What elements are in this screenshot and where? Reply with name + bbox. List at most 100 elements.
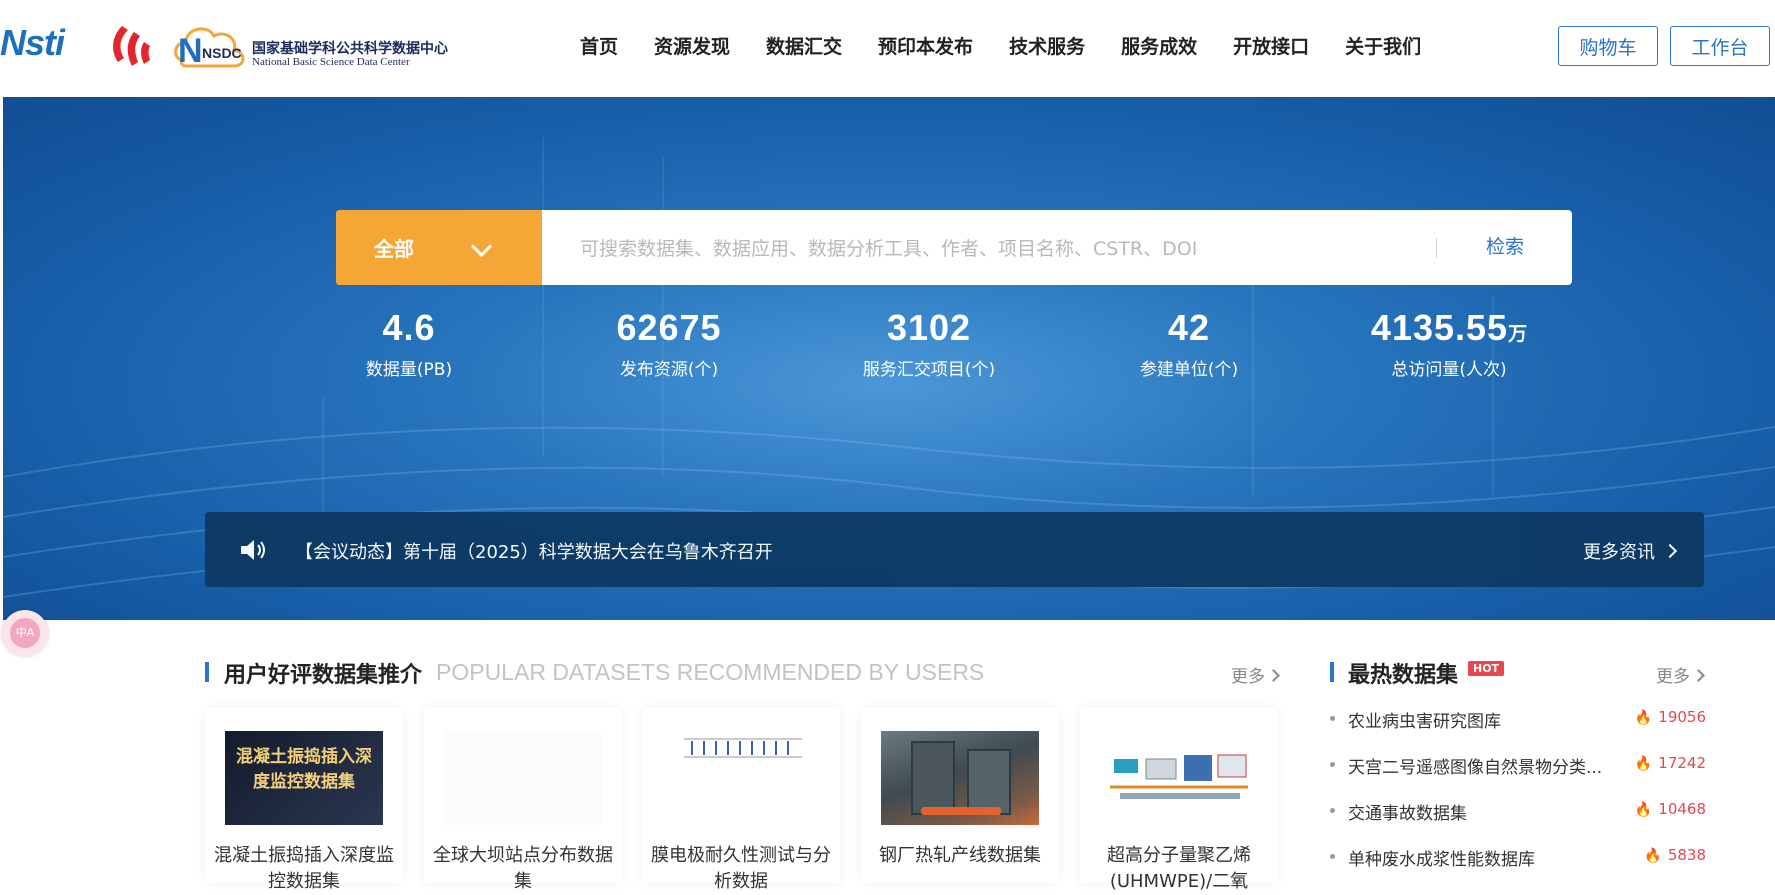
search-category-label: 全部	[374, 237, 414, 261]
dataset-title: 混凝土振捣插入深度监控数据集	[214, 845, 394, 892]
process-diagram-icon	[1110, 754, 1248, 799]
hot-count-value: 17242	[1658, 754, 1706, 772]
chevron-down-icon	[470, 235, 493, 258]
nav-tech-service[interactable]: 技术服务	[1009, 32, 1085, 59]
nsti-logo[interactable]: Nsti	[0, 22, 65, 64]
bullet-dot	[1330, 854, 1335, 859]
casted-logo-icon[interactable]	[104, 22, 154, 70]
nav-home[interactable]: 首页	[580, 32, 618, 59]
dataset-card[interactable]: 混凝土振捣插入深度监控数据集 混凝土振捣插入深度监控数据集	[205, 708, 403, 892]
hot-item-count: 🔥 17242	[1635, 754, 1706, 772]
dataset-card[interactable]: 膜电极耐久性测试与分析数据	[642, 708, 840, 892]
hot-item-name: 交通事故数据集	[1348, 804, 1467, 824]
dataset-thumbnail	[1100, 731, 1258, 825]
stat-unit: 万	[1508, 323, 1528, 345]
dataset-card[interactable]: 超高分子量聚乙烯(UHMWPE)/二氧	[1080, 708, 1278, 892]
machine-shape	[911, 741, 955, 815]
workbench-button[interactable]: 工作台	[1670, 26, 1770, 66]
search-input[interactable]	[578, 228, 1432, 270]
bullet-dot	[1330, 808, 1335, 813]
hot-list-item[interactable]: 农业病虫害研究图库 🔥 19056	[1330, 704, 1770, 734]
stat-projects: 3102 服务汇交项目(个)	[809, 307, 1049, 380]
stat-value: 62675	[616, 307, 722, 348]
search-bar: 全部 检索	[336, 210, 1572, 285]
hot-more-link[interactable]: 更多	[1656, 662, 1705, 687]
nsdc-logo-text: NSDC	[202, 45, 242, 61]
hero-banner: 全部 检索 4.6 数据量(PB) 62675 发布资源(个) 3102 服务汇…	[3, 97, 1775, 620]
hot-steel-shape	[921, 807, 1001, 815]
nav-resource-discovery[interactable]: 资源发现	[654, 32, 730, 59]
search-category-select[interactable]: 全部	[336, 210, 542, 285]
nav-open-api[interactable]: 开放接口	[1233, 32, 1309, 59]
search-button[interactable]: 检索	[1486, 232, 1524, 259]
section-bar	[1330, 662, 1334, 682]
more-news-label: 更多资讯	[1583, 542, 1655, 563]
dataset-card[interactable]: 全球大坝站点分布数据集	[424, 708, 622, 892]
dataset-card[interactable]: 钢厂热轧产线数据集	[861, 708, 1059, 883]
flame-icon: 🔥	[1634, 710, 1653, 726]
dataset-thumbnail	[662, 731, 820, 825]
nav-service-results[interactable]: 服务成效	[1121, 32, 1197, 59]
stat-value: 4.6	[382, 307, 436, 348]
more-label: 更多	[1231, 667, 1265, 687]
chart-thumbnail-icon	[684, 738, 802, 758]
translate-icon: 中A	[10, 618, 40, 648]
stat-value: 4135.55	[1370, 307, 1509, 348]
dataset-thumbnail	[881, 731, 1039, 825]
hot-item-count: 🔥 10468	[1635, 800, 1706, 818]
hot-count-value: 19056	[1658, 708, 1706, 726]
hot-list-item[interactable]: 单种废水成浆性能数据库 🔥 5838	[1330, 842, 1770, 872]
stat-units: 42 参建单位(个)	[1069, 307, 1309, 380]
nav-about-us[interactable]: 关于我们	[1345, 32, 1421, 59]
dataset-title: 膜电极耐久性测试与分析数据	[651, 845, 831, 892]
hot-item-name: 天宫二号遥感图像自然景物分类...	[1348, 758, 1603, 778]
stat-label: 参建单位(个)	[1139, 360, 1239, 380]
dataset-title: 超高分子量聚乙烯(UHMWPE)/二氧	[1107, 845, 1251, 892]
more-label: 更多	[1656, 667, 1690, 687]
chevron-right-icon	[1692, 669, 1705, 682]
dataset-thumbnail	[444, 731, 602, 825]
nav-data-submission[interactable]: 数据汇交	[766, 32, 842, 59]
news-headline-link[interactable]: 【会议动态】第十届（2025）科学数据大会在乌鲁木齐召开	[295, 538, 773, 564]
hot-item-name: 单种废水成浆性能数据库	[1348, 850, 1535, 870]
popular-more-link[interactable]: 更多	[1231, 662, 1280, 687]
bullet-dot	[1330, 716, 1335, 721]
hot-item-count: 🔥 5838	[1644, 846, 1706, 864]
hot-section-title: 最热数据集	[1348, 663, 1459, 688]
flame-icon: 🔥	[1634, 802, 1653, 818]
stat-label: 数据量(PB)	[365, 360, 453, 380]
cart-button[interactable]: 购物车	[1558, 26, 1658, 66]
stat-data-volume: 4.6 数据量(PB)	[289, 307, 529, 380]
flame-icon: 🔥	[1634, 756, 1653, 772]
bullet-dot	[1330, 762, 1335, 767]
hot-item-count: 🔥 19056	[1635, 708, 1706, 726]
nsdc-logo-icon[interactable]: N NSDC	[172, 20, 252, 74]
thumbnail-caption: 混凝土振捣插入深度监控数据集	[236, 747, 372, 792]
stat-published-resources: 62675 发布资源(个)	[549, 307, 789, 380]
chevron-right-icon	[1267, 669, 1280, 682]
speaker-icon	[241, 540, 265, 560]
stat-visits: 4135.55万 总访问量(人次)	[1329, 307, 1569, 380]
more-news-link[interactable]: 更多资讯	[1583, 538, 1678, 564]
stat-label: 发布资源(个)	[619, 360, 719, 380]
hot-item-name: 农业病虫害研究图库	[1348, 712, 1501, 732]
main-nav: 首页 资源发现 数据汇交 预印本发布 技术服务 服务成效 开放接口 关于我们	[580, 32, 1457, 59]
stat-value: 3102	[886, 307, 972, 348]
stat-value: 42	[1167, 307, 1211, 348]
hot-badge: HOT	[1468, 661, 1505, 676]
logo-text-en: National Basic Science Data Center	[252, 56, 410, 68]
translate-widget[interactable]: 中A	[2, 610, 48, 656]
section-bar	[205, 662, 209, 682]
popular-section-title: 用户好评数据集推介	[224, 663, 423, 688]
nav-preprint[interactable]: 预印本发布	[878, 32, 973, 59]
logo-text-cn: 国家基础学科公共科学数据中心	[252, 41, 448, 57]
hot-count-value: 5838	[1667, 846, 1706, 864]
hot-list-item[interactable]: 交通事故数据集 🔥 10468	[1330, 796, 1770, 826]
hot-count-value: 10468	[1658, 800, 1706, 818]
stat-label: 总访问量(人次)	[1391, 360, 1507, 380]
machine-shape	[967, 749, 1011, 815]
hot-list-item[interactable]: 天宫二号遥感图像自然景物分类... 🔥 17242	[1330, 750, 1770, 780]
news-ticker: 【会议动态】第十届（2025）科学数据大会在乌鲁木齐召开 更多资讯	[205, 512, 1704, 587]
site-header: Nsti N NSDC 国家基础学科公共科学数据中心 National Basi…	[0, 0, 1775, 97]
stat-label: 服务汇交项目(个)	[862, 360, 996, 380]
